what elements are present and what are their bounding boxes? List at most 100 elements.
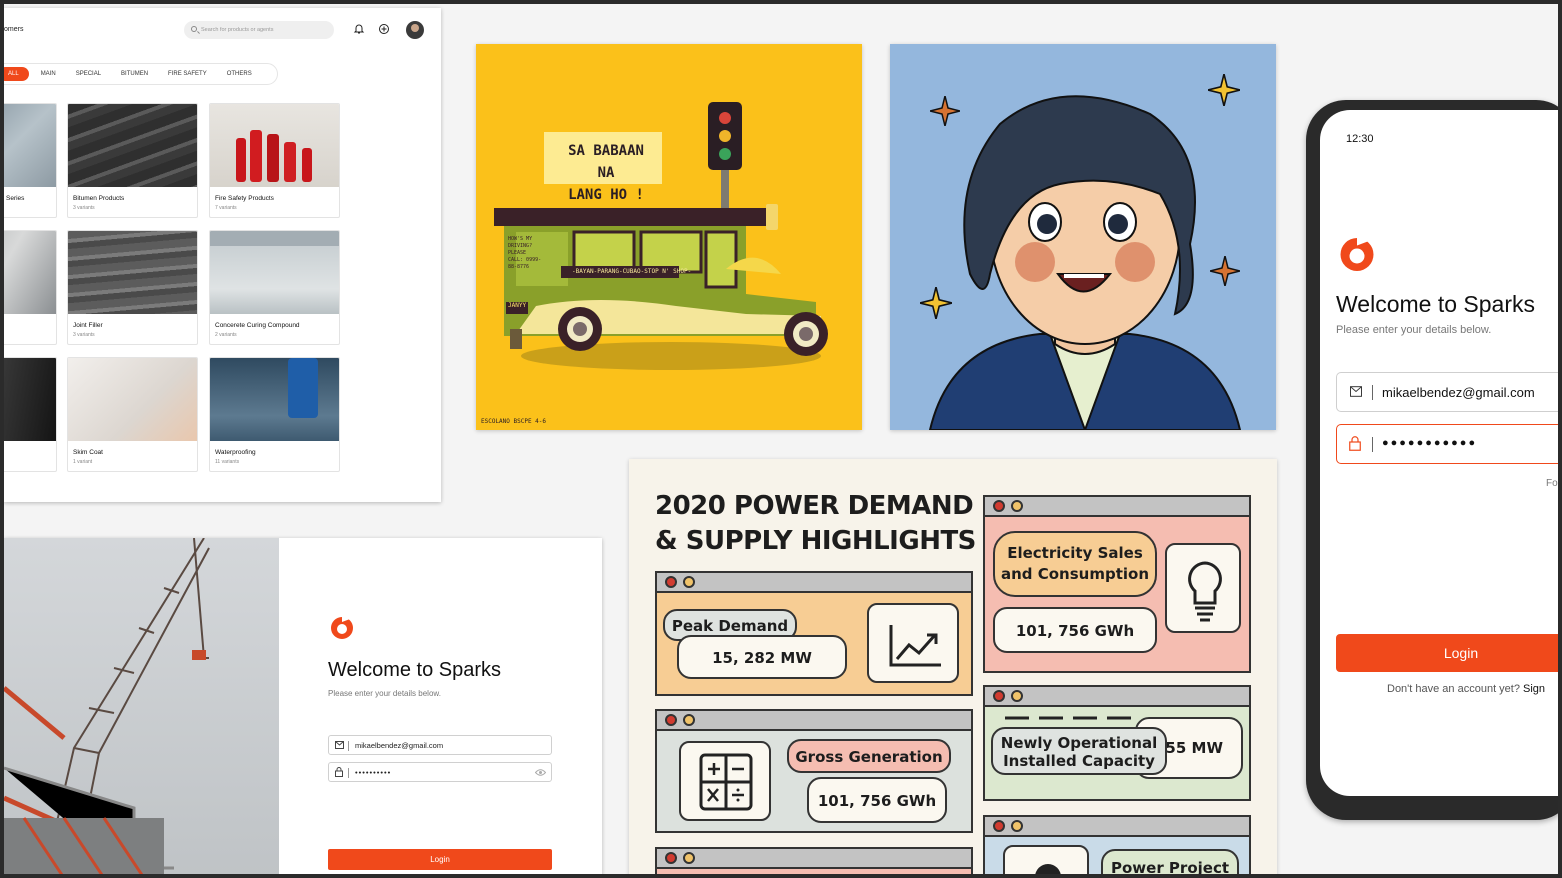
installed-capacity-card: 655 MW Newly Operational Installed Capaci… xyxy=(983,685,1251,801)
page-title: omers xyxy=(4,26,24,33)
mobile-device-frame: 12:30 Welcome to Sparks Please enter you… xyxy=(1306,100,1558,820)
info-card xyxy=(655,847,973,874)
infographic-title: 2020 POWER DEMAND & SUPPLY HIGHLIGHTS xyxy=(655,491,976,556)
lock-icon xyxy=(1349,436,1361,451)
product-card[interactable]: Bitumen Products 3 variants xyxy=(67,103,198,218)
power-project-label: Power Project xyxy=(1101,849,1239,874)
forgot-password-link[interactable]: Fo xyxy=(1546,478,1558,489)
product-name: Skim Coat xyxy=(73,449,103,456)
hard-hat-icon xyxy=(1003,845,1089,874)
jeep-sign: SA BABAAN NA LANG HO ! xyxy=(568,143,644,203)
add-circle-icon[interactable] xyxy=(378,23,390,35)
login-button[interactable]: Login xyxy=(328,849,552,870)
gross-generation-label: Gross Generation xyxy=(787,739,951,773)
power-project-card: Power Project xyxy=(983,815,1251,874)
eye-icon[interactable] xyxy=(535,769,546,776)
email-field[interactable]: mikaelbendez@gmail.com xyxy=(1336,372,1558,412)
chip-others[interactable]: OTHERS xyxy=(219,67,260,81)
login-subtitle: Please enter your details below. xyxy=(1336,324,1492,336)
electricity-sales-value: 101, 756 GWh xyxy=(993,607,1157,653)
product-image xyxy=(210,231,339,314)
product-variants: 7 variants xyxy=(215,205,237,211)
avatar[interactable] xyxy=(406,21,424,39)
product-card[interactable]: Waterproofing 11 variants xyxy=(209,357,340,472)
gross-generation-card: Gross Generation 101, 756 GWh xyxy=(655,709,973,833)
password-value: ●●●●●●●●●●● xyxy=(1382,437,1478,449)
calculator-icon xyxy=(679,741,771,821)
side-note: HOW'S MY DRIVING? PLEASE CALL: 0999-88-8… xyxy=(508,236,542,270)
route-text: -BAYAN-PARANG-CUBAO-STOP N' SHOP- xyxy=(572,268,692,275)
product-card[interactable]: Concerete Curing Compound 2 variants xyxy=(209,230,340,345)
product-name: Fire Safety Products xyxy=(215,195,274,202)
product-image xyxy=(4,104,56,187)
login-title: Welcome to Sparks xyxy=(1336,291,1535,317)
product-variants: 3 variants xyxy=(73,332,95,338)
signup-prompt: Don't have an account yet? Sign xyxy=(1387,683,1546,695)
peak-demand-card: Peak Demand 15, 282 MW xyxy=(655,571,973,696)
product-image xyxy=(4,358,56,441)
mail-icon xyxy=(335,741,344,749)
email-value: mikaelbendez@gmail.com xyxy=(1382,385,1535,400)
chip-fire-safety[interactable]: FIRE SAFETY xyxy=(160,67,215,81)
sparkle-icon xyxy=(930,96,960,126)
category-filter-bar: ALL MAIN SPECIAL BITUMEN FIRE SAFETY OTH… xyxy=(4,63,278,85)
product-card[interactable]: Series xyxy=(4,103,57,218)
crane-photo xyxy=(4,538,279,874)
peak-demand-value: 15, 282 MW xyxy=(677,635,847,679)
product-image xyxy=(68,231,197,314)
artist-credit: ESCOLANO BSCPE 4-6 xyxy=(481,418,547,425)
sparks-logo-icon xyxy=(331,615,353,639)
plate-text: JANYY xyxy=(508,302,527,309)
product-name: Joint Filler xyxy=(73,322,103,329)
mail-icon xyxy=(1350,386,1362,397)
product-name: Waterproofing xyxy=(215,449,256,456)
chart-up-icon xyxy=(867,603,959,683)
password-field[interactable]: ●●●●●●●●●●● xyxy=(1336,424,1558,464)
product-variants: 3 variants xyxy=(73,205,95,211)
product-image xyxy=(68,358,197,441)
product-image xyxy=(68,104,197,187)
sparkle-icon xyxy=(1210,256,1240,286)
product-card[interactable]: Joint Filler 3 variants xyxy=(67,230,198,345)
product-image xyxy=(210,104,339,187)
email-field[interactable]: mikaelbendez@gmail.com xyxy=(328,735,552,755)
search-placeholder: Search for products or agents xyxy=(201,27,274,33)
electricity-sales-card: Electricity Sales and Consumption 101, 75… xyxy=(983,495,1251,673)
search-input[interactable]: Search for products or agents xyxy=(184,21,334,39)
signup-link[interactable]: Sign xyxy=(1523,683,1545,695)
login-button[interactable]: Login xyxy=(1336,634,1558,672)
chip-bitumen[interactable]: BITUMEN xyxy=(113,67,156,81)
email-value: mikaelbendez@gmail.com xyxy=(355,741,444,750)
design-showcase: omers Search for products or agents ALL … xyxy=(4,4,1558,874)
character-portrait-illustration xyxy=(890,44,1276,430)
desktop-login-screen: Welcome to Sparks Please enter your deta… xyxy=(4,538,602,874)
mobile-login-screen: 12:30 Welcome to Sparks Please enter you… xyxy=(1320,110,1558,796)
product-card[interactable] xyxy=(4,230,57,345)
chip-all[interactable]: ALL xyxy=(4,67,29,81)
lightbulb-icon xyxy=(1165,543,1241,633)
password-field[interactable]: •••••••••• xyxy=(328,762,552,782)
electricity-sales-label: Electricity Sales and Consumption xyxy=(993,531,1157,597)
gross-generation-value: 101, 756 GWh xyxy=(807,777,947,823)
chip-special[interactable]: SPECIAL xyxy=(68,67,109,81)
lock-icon xyxy=(335,767,343,777)
product-variants: 1 variant xyxy=(73,459,93,465)
product-card[interactable] xyxy=(4,357,57,472)
bell-icon[interactable] xyxy=(353,23,365,35)
search-icon xyxy=(191,26,197,32)
product-catalog-panel: omers Search for products or agents ALL … xyxy=(4,8,441,502)
installed-capacity-label: Newly Operational Installed Capacity xyxy=(991,727,1167,775)
password-value: •••••••••• xyxy=(355,768,392,777)
sparkle-icon xyxy=(920,287,952,319)
login-subtitle: Please enter your details below. xyxy=(328,689,441,698)
product-name: Series xyxy=(6,195,25,202)
product-image xyxy=(4,231,56,314)
product-variants: 11 variants xyxy=(215,459,240,465)
chip-main[interactable]: MAIN xyxy=(33,67,64,81)
product-name: Concerete Curing Compound xyxy=(215,322,300,329)
sparks-logo-icon xyxy=(1340,235,1374,271)
product-card[interactable]: Fire Safety Products 7 variants xyxy=(209,103,340,218)
product-image xyxy=(210,358,339,441)
product-variants: 2 variants xyxy=(215,332,237,338)
product-card[interactable]: Skim Coat 1 variant xyxy=(67,357,198,472)
